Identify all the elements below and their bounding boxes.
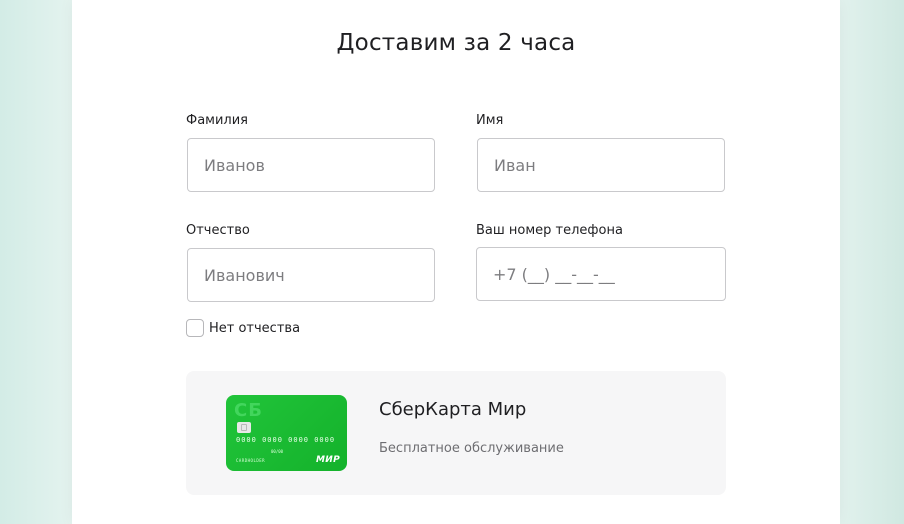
mir-logo-icon: МИР — [316, 455, 340, 465]
name-label: Имя — [476, 113, 504, 128]
no-patronymic-label: Нет отчества — [209, 320, 301, 336]
page-title: Доставим за 2 часа — [336, 30, 576, 56]
surname-input[interactable] — [187, 138, 435, 192]
sber-logo-icon: СБ — [234, 400, 263, 421]
name-input[interactable] — [477, 138, 725, 192]
card-offer[interactable]: СБ 0000 0000 0000 0000 00/00 CARDHOLDER … — [186, 371, 726, 495]
form-panel: Доставим за 2 часа Фамилия Имя Отчество … — [72, 0, 840, 524]
no-patronymic-toggle[interactable]: Нет отчества — [186, 319, 300, 337]
patronymic-label: Отчество — [186, 223, 250, 238]
phone-input[interactable] — [476, 247, 726, 301]
patronymic-input[interactable] — [187, 248, 435, 302]
card-number: 0000 0000 0000 0000 — [236, 436, 336, 444]
card-offer-title: СберКарта Мир — [379, 399, 527, 420]
sbercard-image: СБ 0000 0000 0000 0000 00/00 CARDHOLDER … — [226, 395, 347, 471]
card-chip-icon — [237, 422, 251, 433]
surname-label: Фамилия — [186, 113, 248, 128]
card-expiry: 00/00 — [271, 449, 284, 454]
no-patronymic-checkbox[interactable] — [186, 319, 204, 337]
phone-label: Ваш номер телефона — [476, 223, 623, 238]
card-offer-subtitle: Бесплатное обслуживание — [379, 441, 564, 456]
card-holder: CARDHOLDER — [236, 458, 266, 463]
